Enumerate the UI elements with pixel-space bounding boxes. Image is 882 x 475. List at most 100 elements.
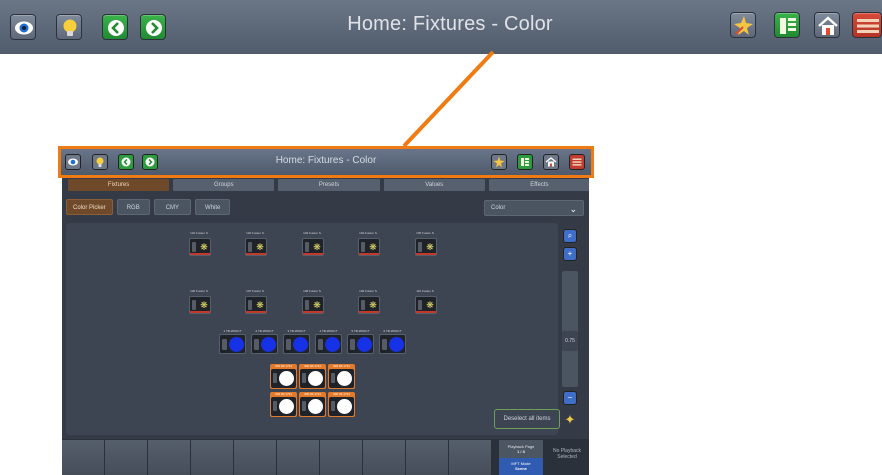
color-dropdown[interactable]: Color ⌄: [484, 200, 584, 216]
fixture-body: [300, 397, 325, 416]
playback-slot[interactable]: [191, 440, 233, 475]
fixture-tile[interactable]: 109 Fusion S ❋: [356, 289, 380, 318]
subtab-cmy[interactable]: CMY: [153, 199, 192, 215]
main-tabs: Fixtures Groups Presets Values Effects: [68, 179, 589, 191]
layout-grid-icon[interactable]: [517, 154, 533, 170]
playback-page-value: 1 / 8: [517, 449, 525, 454]
playback-slot[interactable]: [105, 440, 147, 475]
fixture-tile[interactable]: 106 Fusion S ❋: [187, 289, 211, 318]
selected-fixture-tile[interactable]: 303 4K 1711: [328, 364, 355, 389]
fixture-label: 102 Fusion S: [246, 231, 264, 235]
home-icon[interactable]: [543, 154, 559, 170]
sparkle-icon[interactable]: [730, 12, 756, 38]
menu-icon[interactable]: [852, 12, 882, 38]
playback-slot[interactable]: [277, 440, 319, 475]
tab-fixtures[interactable]: Fixtures: [68, 179, 170, 191]
tilebar-label: 2 TB-3500CT: [255, 329, 274, 333]
forward-arrow-icon[interactable]: [142, 154, 158, 170]
color-dot: [229, 337, 244, 352]
subtab-color-picker[interactable]: Color Picker: [66, 199, 113, 215]
sparkle-icon[interactable]: [491, 154, 507, 170]
tab-presets[interactable]: Presets: [278, 179, 380, 191]
selected-fixture-tile[interactable]: 301 4K 1711: [270, 364, 297, 389]
playback-slot[interactable]: [449, 440, 491, 475]
tilebar-tile[interactable]: 5 TB-3500CT: [346, 329, 375, 357]
fixture-tile[interactable]: 107 Fusion S ❋: [243, 289, 267, 318]
tab-groups[interactable]: Groups: [173, 179, 275, 191]
fixture-label: 302 4K 1711: [304, 364, 321, 368]
color-dot: [308, 399, 323, 414]
tilebar-tile[interactable]: 1 TB-3500CT: [218, 329, 247, 357]
back-arrow-icon[interactable]: [118, 154, 134, 170]
eye-icon[interactable]: [10, 14, 36, 40]
tab-effects[interactable]: Effects: [488, 179, 589, 191]
lightbulb-icon[interactable]: [92, 154, 108, 170]
person-icon[interactable]: ✦: [562, 411, 578, 429]
selected-fixture-tile[interactable]: 304 4K 1711: [270, 392, 297, 417]
tab-values[interactable]: Values: [383, 179, 485, 191]
fixture-tile[interactable]: 101 Fusion S ❋: [187, 231, 211, 260]
home-icon[interactable]: [814, 12, 840, 38]
color-dot: [293, 337, 308, 352]
fixture-tile[interactable]: 110 Fusion S ❋: [413, 289, 437, 318]
tilebar-label: 4 TB-3500CT: [319, 329, 338, 333]
fixture-label: 105 Fusion S: [416, 231, 434, 235]
no-playback-label: No Playback Selected: [552, 448, 582, 460]
fixture-body: [329, 397, 354, 416]
tilebar-tile[interactable]: 2 TB-3500CT: [250, 329, 279, 357]
playback-page-button[interactable]: Playback Page 1 / 8 MFT Mode Scene: [499, 440, 543, 475]
playback-slot[interactable]: [62, 440, 104, 475]
tilebar-body: [251, 334, 278, 354]
fixture-body: [329, 369, 354, 388]
sub-tabs: Color Picker RGB CMY White: [66, 199, 231, 215]
top-toolbar: Home: Fixtures - Color: [0, 0, 882, 54]
tilebar-tile[interactable]: 3 TB-3500CT: [282, 329, 311, 357]
fixture-tile[interactable]: 104 Fusion S ❋: [356, 231, 380, 260]
back-arrow-icon[interactable]: [102, 14, 128, 40]
subtab-white[interactable]: White: [195, 199, 231, 215]
fixture-tile[interactable]: 102 Fusion S ❋: [243, 231, 267, 260]
selected-fixture-tile[interactable]: 306 4K 1711: [328, 392, 355, 417]
forward-arrow-icon[interactable]: [140, 14, 166, 40]
fixture-body: ❋: [189, 238, 211, 256]
page-title: Home: Fixtures - Color: [347, 13, 553, 35]
fixture-body: ❋: [245, 296, 267, 314]
zoom-slider[interactable]: 0.75: [562, 271, 578, 387]
layout-grid-icon[interactable]: [774, 12, 800, 38]
tilebar-tile[interactable]: 6 TB-3500CT: [378, 329, 407, 357]
fixture-label: 306 4K 1711: [333, 392, 350, 396]
lightbulb-icon[interactable]: [56, 14, 82, 40]
fixture-body: ❋: [358, 238, 380, 256]
deselect-all-button[interactable]: Deselect all items: [494, 409, 560, 429]
playback-slot[interactable]: [320, 440, 362, 475]
subtab-rgb[interactable]: RGB: [116, 199, 150, 215]
selected-fixture-tile[interactable]: 305 4K 1711: [299, 392, 326, 417]
fixture-tile[interactable]: 105 Fusion S ❋: [413, 231, 437, 260]
color-dot: [357, 337, 372, 352]
playback-slot[interactable]: [234, 440, 276, 475]
tilebar-body: [379, 334, 406, 354]
fixture-body: ❋: [358, 296, 380, 314]
fixture-tile[interactable]: 108 Fusion S ❋: [300, 289, 324, 318]
color-dot: [325, 337, 340, 352]
eye-icon[interactable]: [65, 154, 81, 170]
fixture-tile[interactable]: 103 Fusion S ❋: [300, 231, 324, 260]
menu-icon[interactable]: [569, 154, 585, 170]
selected-fixture-tile[interactable]: 302 4K 1711: [299, 364, 326, 389]
fixture-body: ❋: [415, 296, 437, 314]
playback-slot[interactable]: [363, 440, 405, 475]
fixture-label: 109 Fusion S: [359, 289, 377, 293]
tilebar-tile[interactable]: 4 TB-3500CT: [314, 329, 343, 357]
playback-slot[interactable]: [148, 440, 190, 475]
playback-slot[interactable]: [406, 440, 448, 475]
tilebar-body: [219, 334, 246, 354]
fixture-body: [271, 369, 296, 388]
color-dot: [337, 371, 352, 386]
mft-mode[interactable]: MFT Mode Scene: [499, 458, 543, 475]
zoom-fit-icon[interactable]: ⌕: [563, 229, 577, 243]
color-dot: [261, 337, 276, 352]
tilebar-label: 1 TB-3500CT: [223, 329, 242, 333]
zoom-in-icon[interactable]: +: [563, 247, 577, 261]
fixture-label: 304 4K 1711: [275, 392, 292, 396]
zoom-out-icon[interactable]: −: [563, 391, 577, 405]
